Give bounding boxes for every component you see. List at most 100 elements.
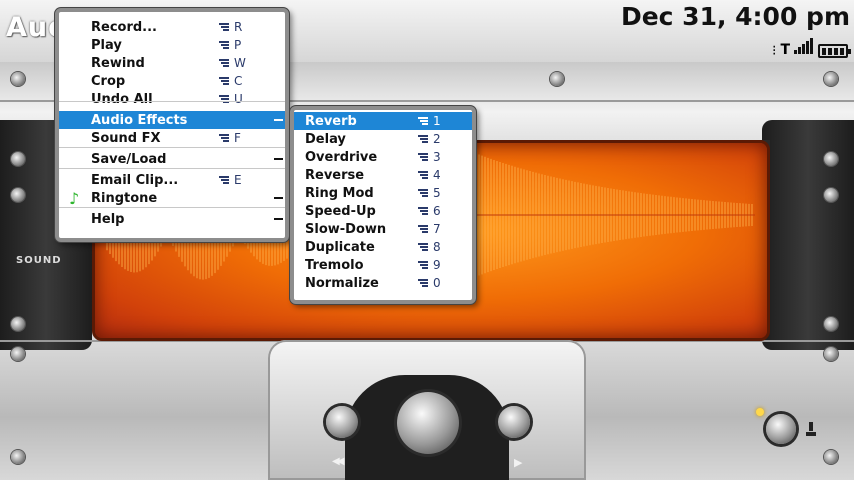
effect-item-speed-up[interactable]: Speed-Up 6 bbox=[294, 202, 472, 220]
main-menu-item-ringtone[interactable]: ♪ Ringtone bbox=[59, 188, 285, 208]
submenu-arrow-icon bbox=[274, 218, 283, 220]
menu-shortcut: F bbox=[234, 131, 241, 145]
main-jog-knob[interactable] bbox=[397, 392, 459, 454]
signal-bars-icon bbox=[794, 38, 814, 58]
menu-key-icon bbox=[418, 224, 428, 234]
menu-key-icon bbox=[219, 133, 229, 143]
main-menu-item-play[interactable]: Play P bbox=[59, 36, 285, 54]
menu-item-label: Speed-Up bbox=[305, 203, 376, 219]
effect-item-reverb[interactable]: Reverb 1 bbox=[294, 112, 472, 130]
effect-item-tremolo[interactable]: Tremolo 9 bbox=[294, 256, 472, 274]
menu-key-icon bbox=[418, 260, 428, 270]
menu-item-label: Ringtone bbox=[91, 190, 158, 206]
screw bbox=[11, 317, 25, 331]
main-menu-item-rewind[interactable]: Rewind W bbox=[59, 54, 285, 72]
effect-item-normalize[interactable]: Normalize 0 bbox=[294, 274, 472, 292]
menu-key-icon bbox=[418, 152, 428, 162]
menu-key-icon bbox=[418, 278, 428, 288]
menu-item-label: Duplicate bbox=[305, 239, 375, 255]
submenu-arrow-icon bbox=[274, 197, 283, 199]
screw bbox=[11, 450, 25, 464]
menu-key-icon bbox=[418, 134, 428, 144]
screw bbox=[11, 152, 25, 166]
submenu-arrow-icon bbox=[274, 119, 283, 121]
menu-shortcut: 1 bbox=[433, 114, 441, 128]
play-button[interactable] bbox=[498, 406, 530, 438]
effect-item-ring-mod[interactable]: Ring Mod 5 bbox=[294, 184, 472, 202]
menu-shortcut: P bbox=[234, 38, 242, 52]
effect-item-overdrive[interactable]: Overdrive 3 bbox=[294, 148, 472, 166]
menu-shortcut: C bbox=[234, 74, 243, 88]
menu-item-label: Audio Effects bbox=[91, 112, 188, 128]
effect-item-reverse[interactable]: Reverse 4 bbox=[294, 166, 472, 184]
sound-label: SOUND bbox=[16, 255, 62, 266]
menu-key-icon bbox=[219, 94, 229, 104]
main-menu-item-save-load[interactable]: Save/Load bbox=[59, 150, 285, 168]
screw bbox=[824, 188, 838, 202]
menu-item-label: Help bbox=[91, 211, 125, 227]
menu-key-icon bbox=[219, 76, 229, 86]
record-knob[interactable] bbox=[766, 414, 796, 444]
menu-separator bbox=[59, 207, 285, 208]
audio-effects-submenu: Reverb 1 Delay 2 Overdrive 3 Reverse 4 Ring Mod 5… bbox=[290, 106, 476, 304]
menu-key-icon bbox=[418, 206, 428, 216]
notification-icon: ⁝ bbox=[771, 43, 777, 59]
menu-shortcut: 4 bbox=[433, 168, 441, 182]
menu-shortcut: R bbox=[234, 20, 243, 34]
menu-item-label: Rewind bbox=[91, 55, 145, 71]
screw bbox=[824, 72, 838, 86]
screw bbox=[550, 72, 564, 86]
screw bbox=[11, 188, 25, 202]
menu-item-label: Play bbox=[91, 37, 122, 53]
effect-item-slow-down[interactable]: Slow-Down 7 bbox=[294, 220, 472, 238]
menu-shortcut: 5 bbox=[433, 186, 441, 200]
music-note-icon: ♪ bbox=[69, 188, 80, 208]
status-icons: ⁝ T bbox=[771, 38, 851, 59]
main-menu: Record... R Play P Rewind W Crop C Undo All U Audi… bbox=[55, 8, 289, 242]
screw bbox=[824, 347, 838, 361]
menu-separator bbox=[59, 101, 285, 102]
status-led bbox=[756, 408, 764, 416]
menu-item-label: Crop bbox=[91, 73, 126, 89]
signal-icon: T bbox=[780, 42, 790, 58]
menu-key-icon bbox=[418, 116, 428, 126]
menu-shortcut: W bbox=[234, 56, 246, 70]
main-menu-item-undo-all[interactable]: Undo All U bbox=[59, 90, 285, 108]
menu-key-icon bbox=[418, 188, 428, 198]
menu-item-label: Normalize bbox=[305, 275, 379, 291]
menu-shortcut: 7 bbox=[433, 222, 441, 236]
speaker-icon bbox=[806, 422, 816, 438]
main-menu-item-sound-fx[interactable]: Sound FX F bbox=[59, 129, 285, 147]
menu-item-label: Undo All bbox=[91, 91, 153, 107]
menu-shortcut: 9 bbox=[433, 258, 441, 272]
screw bbox=[11, 72, 25, 86]
menu-key-icon bbox=[219, 58, 229, 68]
effect-item-duplicate[interactable]: Duplicate 8 bbox=[294, 238, 472, 256]
main-menu-item-crop[interactable]: Crop C bbox=[59, 72, 285, 90]
menu-item-label: Overdrive bbox=[305, 149, 378, 165]
menu-shortcut: 2 bbox=[433, 132, 441, 146]
main-menu-item-email-clip[interactable]: Email Clip... E bbox=[59, 171, 285, 189]
main-menu-item-help[interactable]: Help bbox=[59, 210, 285, 228]
menu-item-label: Reverb bbox=[305, 113, 357, 129]
menu-shortcut: 0 bbox=[433, 276, 441, 290]
clock: Dec 31, 4:00 pm bbox=[620, 2, 850, 31]
menu-item-label: Delay bbox=[305, 131, 346, 147]
menu-shortcut: 3 bbox=[433, 150, 441, 164]
menu-item-label: Sound FX bbox=[91, 130, 161, 146]
submenu-arrow-icon bbox=[274, 158, 283, 160]
main-menu-item-audio-effects[interactable]: Audio Effects bbox=[59, 111, 285, 129]
rewind-icon: ◀◀ bbox=[332, 456, 345, 467]
menu-item-label: Record... bbox=[91, 19, 157, 35]
menu-item-label: Tremolo bbox=[305, 257, 364, 273]
menu-shortcut: 6 bbox=[433, 204, 441, 218]
menu-key-icon bbox=[418, 170, 428, 180]
screw bbox=[824, 152, 838, 166]
menu-item-label: Save/Load bbox=[91, 151, 167, 167]
battery-icon bbox=[818, 44, 851, 58]
effect-item-delay[interactable]: Delay 2 bbox=[294, 130, 472, 148]
rewind-button[interactable] bbox=[326, 406, 358, 438]
menu-separator bbox=[59, 168, 285, 169]
main-menu-item-record[interactable]: Record... R bbox=[59, 18, 285, 36]
menu-item-label: Ring Mod bbox=[305, 185, 374, 201]
